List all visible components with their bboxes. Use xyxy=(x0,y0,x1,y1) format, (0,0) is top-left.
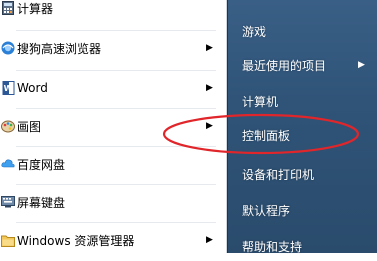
right-item-recent-items[interactable]: 最近使用的项目 ▶ xyxy=(228,50,377,80)
menu-item-paint[interactable]: 画图 ▶ xyxy=(0,110,226,142)
submenu-arrow-icon: ▶ xyxy=(206,43,213,53)
separator xyxy=(16,108,216,109)
separator xyxy=(16,30,216,31)
submenu-arrow-icon: ▶ xyxy=(206,235,213,245)
separator xyxy=(16,222,216,223)
menu-item-windows-explorer[interactable]: Windows 资源管理器 ▶ xyxy=(0,224,226,256)
submenu-arrow-icon: ▶ xyxy=(206,121,213,131)
right-item-computer[interactable]: 计算机 xyxy=(228,86,377,116)
menu-item-label: 计算器 xyxy=(17,1,54,16)
menu-item-baidu-netdisk[interactable]: 百度网盘 xyxy=(0,148,226,180)
onscreen-keyboard-icon xyxy=(0,191,16,213)
menu-item-calculator[interactable]: 计算器 xyxy=(0,0,226,24)
menu-item-label: 屏幕键盘 xyxy=(17,195,66,210)
right-item-label: 帮助和支持 xyxy=(242,239,303,254)
right-item-label: 默认程序 xyxy=(242,203,291,218)
right-item-help-support[interactable]: 帮助和支持 xyxy=(228,231,377,261)
menu-item-label: 画图 xyxy=(17,119,42,134)
right-item-label: 计算机 xyxy=(242,94,279,109)
right-item-label: 设备和打印机 xyxy=(242,167,315,182)
menu-item-sogou-browser[interactable]: 搜狗高速浏览器 ▶ xyxy=(0,32,226,64)
word-icon: W xyxy=(0,77,16,99)
calculator-icon xyxy=(0,0,16,19)
start-menu-right-pane: 游戏 最近使用的项目 ▶ 计算机 控制面板 设备和打印机 默认程序 帮助和支持 xyxy=(227,0,377,254)
svg-text:W: W xyxy=(3,84,12,93)
menu-item-label: 百度网盘 xyxy=(17,157,66,172)
paint-icon xyxy=(0,115,16,137)
menu-item-word[interactable]: W Word ▶ xyxy=(0,72,226,104)
windows-explorer-icon xyxy=(0,229,16,251)
submenu-arrow-icon: ▶ xyxy=(358,60,365,70)
submenu-arrow-icon: ▶ xyxy=(206,83,213,93)
right-item-devices-printers[interactable]: 设备和打印机 xyxy=(228,159,377,189)
menu-item-label: Word xyxy=(17,81,48,95)
separator xyxy=(16,146,216,147)
menu-item-label: Windows 资源管理器 xyxy=(17,233,135,248)
baidu-netdisk-icon xyxy=(0,153,16,175)
separator xyxy=(16,184,216,185)
right-item-games[interactable]: 游戏 xyxy=(228,16,377,46)
start-menu-programs-pane: 计算器 搜狗高速浏览器 ▶ W Word ▶ 画图 ▶ 百度网盘 屏幕键盘 Wi… xyxy=(0,0,227,253)
menu-item-label: 搜狗高速浏览器 xyxy=(17,41,102,56)
menu-item-onscreen-keyboard[interactable]: 屏幕键盘 xyxy=(0,186,226,218)
right-item-control-panel[interactable]: 控制面板 xyxy=(228,120,377,150)
separator xyxy=(16,70,216,71)
right-item-label: 控制面板 xyxy=(242,128,291,143)
right-item-label: 最近使用的项目 xyxy=(242,58,327,73)
right-item-label: 游戏 xyxy=(242,24,267,39)
right-item-default-programs[interactable]: 默认程序 xyxy=(228,195,377,225)
sogou-browser-icon xyxy=(0,37,16,59)
